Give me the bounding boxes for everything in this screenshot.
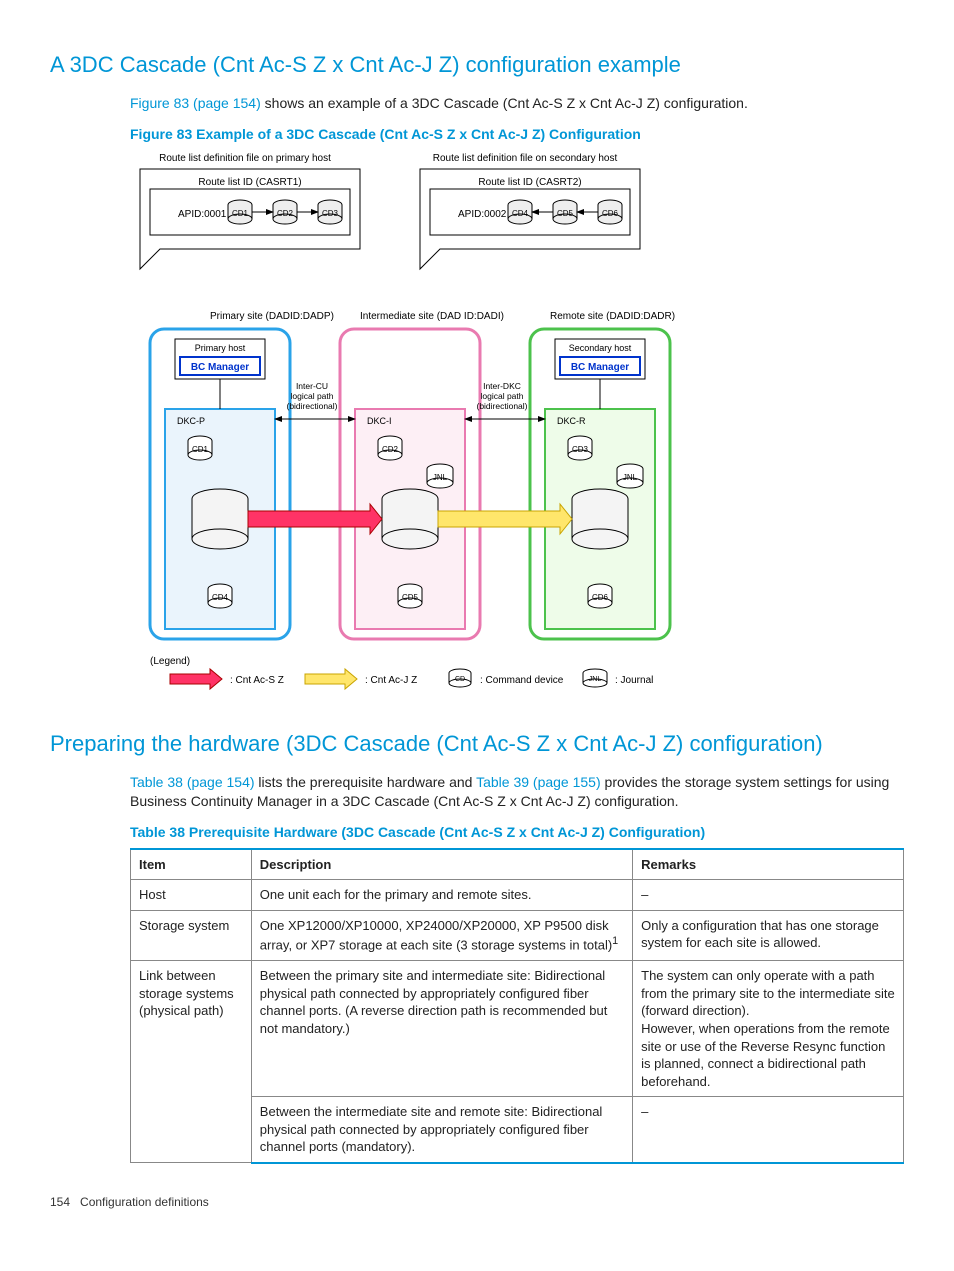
primary-site-label: Primary site (DADID:DADP) bbox=[210, 311, 334, 322]
page-footer: 154 Configuration definitions bbox=[50, 1194, 904, 1210]
route-left-title: Route list definition file on primary ho… bbox=[159, 153, 331, 164]
table-header-item: Item bbox=[131, 849, 252, 880]
cell-desc: One XP12000/XP10000, XP24000/XP20000, XP… bbox=[251, 910, 632, 960]
legend-cd-icon: CD bbox=[449, 669, 471, 687]
svg-text:CD1: CD1 bbox=[192, 445, 209, 454]
table-row: Link between storage systems (physical p… bbox=[131, 961, 904, 1097]
table-caption: Table 38 Prerequisite Hardware (3DC Casc… bbox=[130, 823, 904, 842]
table38-link[interactable]: Table 38 (page 154) bbox=[130, 774, 255, 790]
table-row: Storage system One XP12000/XP10000, XP24… bbox=[131, 910, 904, 960]
svg-text:JNL: JNL bbox=[589, 676, 602, 683]
svg-text:CD3: CD3 bbox=[322, 209, 339, 218]
primary-host-label: Primary host bbox=[195, 343, 246, 353]
cell-remarks: – bbox=[633, 1097, 904, 1163]
cd5-site-icon: CD5 bbox=[398, 584, 422, 608]
svg-text:CD: CD bbox=[455, 676, 465, 683]
route-right-title: Route list definition file on secondary … bbox=[433, 153, 618, 164]
legend-title: (Legend) bbox=[150, 656, 190, 667]
section-heading-1: A 3DC Cascade (Cnt Ac-S Z x Cnt Ac-J Z) … bbox=[50, 50, 904, 80]
cell-remarks: – bbox=[633, 880, 904, 911]
cd4-icon: CD4 bbox=[508, 200, 532, 224]
intro-text-1: shows an example of a 3DC Cascade (Cnt A… bbox=[261, 95, 748, 111]
svg-text:JNL: JNL bbox=[433, 473, 448, 482]
table39-link[interactable]: Table 39 (page 155) bbox=[476, 774, 601, 790]
cd4-site-icon: CD4 bbox=[208, 584, 232, 608]
legend-cntacjz-icon bbox=[305, 669, 357, 689]
svg-text:CD2: CD2 bbox=[382, 445, 399, 454]
table-header-remarks: Remarks bbox=[633, 849, 904, 880]
cd5-icon: CD5 bbox=[553, 200, 577, 224]
svg-text:CD4: CD4 bbox=[512, 209, 529, 218]
cd1-site-icon: CD1 bbox=[188, 436, 212, 460]
cd1-icon: CD1 bbox=[228, 200, 252, 224]
intro2-mid: lists the prerequisite hardware and bbox=[255, 774, 477, 790]
table-38: Item Description Remarks Host One unit e… bbox=[130, 848, 904, 1164]
dkc-r-label: DKC-R bbox=[557, 416, 586, 426]
cell-item: Storage system bbox=[131, 910, 252, 960]
bc-manager-primary: BC Manager bbox=[191, 362, 249, 373]
cell-remarks: Only a configuration that has one storag… bbox=[633, 910, 904, 960]
legend-jnl-label: : Journal bbox=[615, 675, 653, 686]
route-left-id: Route list ID (CASRT1) bbox=[198, 177, 301, 188]
apid-right: APID:0002 bbox=[458, 209, 507, 220]
svg-text:CD6: CD6 bbox=[602, 209, 619, 218]
intermediate-storage-icon bbox=[382, 489, 438, 549]
table-header-desc: Description bbox=[251, 849, 632, 880]
figure-caption: Figure 83 Example of a 3DC Cascade (Cnt … bbox=[130, 125, 904, 144]
inter-cu-label: Inter-CUlogical path(bidirectional) bbox=[286, 381, 337, 411]
remote-site-label: Remote site (DADID:DADR) bbox=[550, 311, 675, 322]
inter-dkc-label: Inter-DKClogical path(bidirectional) bbox=[476, 381, 527, 411]
svg-text:CD6: CD6 bbox=[592, 593, 609, 602]
intermediate-site-label: Intermediate site (DAD ID:DADI) bbox=[360, 311, 504, 322]
legend-cntacjz-label: : Cnt Ac-J Z bbox=[365, 675, 417, 686]
svg-text:JNL: JNL bbox=[623, 473, 638, 482]
route-right-id: Route list ID (CASRT2) bbox=[478, 177, 581, 188]
page-number: 154 bbox=[50, 1195, 70, 1209]
cell-item: Host bbox=[131, 880, 252, 911]
cd6-icon: CD6 bbox=[598, 200, 622, 224]
cd3-icon: CD3 bbox=[318, 200, 342, 224]
section-heading-2: Preparing the hardware (3DC Cascade (Cnt… bbox=[50, 729, 904, 759]
jnl-remote-icon: JNL bbox=[617, 464, 643, 488]
secondary-host-label: Secondary host bbox=[569, 343, 632, 353]
footer-text: Configuration definitions bbox=[80, 1195, 209, 1209]
cell-desc: Between the primary site and intermediat… bbox=[251, 961, 632, 1097]
jnl-intermediate-icon: JNL bbox=[427, 464, 453, 488]
dkc-p-label: DKC-P bbox=[177, 416, 205, 426]
cell-desc: One unit each for the primary and remote… bbox=[251, 880, 632, 911]
svg-text:CD2: CD2 bbox=[277, 209, 294, 218]
cd2-site-icon: CD2 bbox=[378, 436, 402, 460]
dkc-i-label: DKC-I bbox=[367, 416, 392, 426]
svg-text:CD5: CD5 bbox=[402, 593, 419, 602]
legend-cntacsz-icon bbox=[170, 669, 222, 689]
figure-diagram: Route list definition file on primary ho… bbox=[130, 149, 904, 709]
table-row: Host One unit each for the primary and r… bbox=[131, 880, 904, 911]
cd2-icon: CD2 bbox=[273, 200, 297, 224]
cd6-site-icon: CD6 bbox=[588, 584, 612, 608]
cd3-site-icon: CD3 bbox=[568, 436, 592, 460]
cell-remarks: The system can only operate with a path … bbox=[633, 961, 904, 1097]
bc-manager-secondary: BC Manager bbox=[571, 362, 629, 373]
intro-paragraph-1: Figure 83 (page 154) shows an example of… bbox=[130, 94, 904, 113]
svg-text:CD1: CD1 bbox=[232, 209, 249, 218]
apid-left: APID:0001 bbox=[178, 209, 227, 220]
cell-item: Link between storage systems (physical p… bbox=[131, 961, 252, 1163]
figure-link[interactable]: Figure 83 (page 154) bbox=[130, 95, 261, 111]
svg-text:CD4: CD4 bbox=[212, 593, 229, 602]
legend-cntacsz-label: : Cnt Ac-S Z bbox=[230, 675, 284, 686]
intro-paragraph-2: Table 38 (page 154) lists the prerequisi… bbox=[130, 773, 904, 811]
legend-jnl-icon: JNL bbox=[583, 669, 607, 687]
legend-cd-label: : Command device bbox=[480, 675, 564, 686]
remote-storage-icon bbox=[572, 489, 628, 549]
svg-text:CD3: CD3 bbox=[572, 445, 589, 454]
primary-storage-icon bbox=[192, 489, 248, 549]
svg-text:CD5: CD5 bbox=[557, 209, 574, 218]
cell-desc: Between the intermediate site and remote… bbox=[251, 1097, 632, 1163]
